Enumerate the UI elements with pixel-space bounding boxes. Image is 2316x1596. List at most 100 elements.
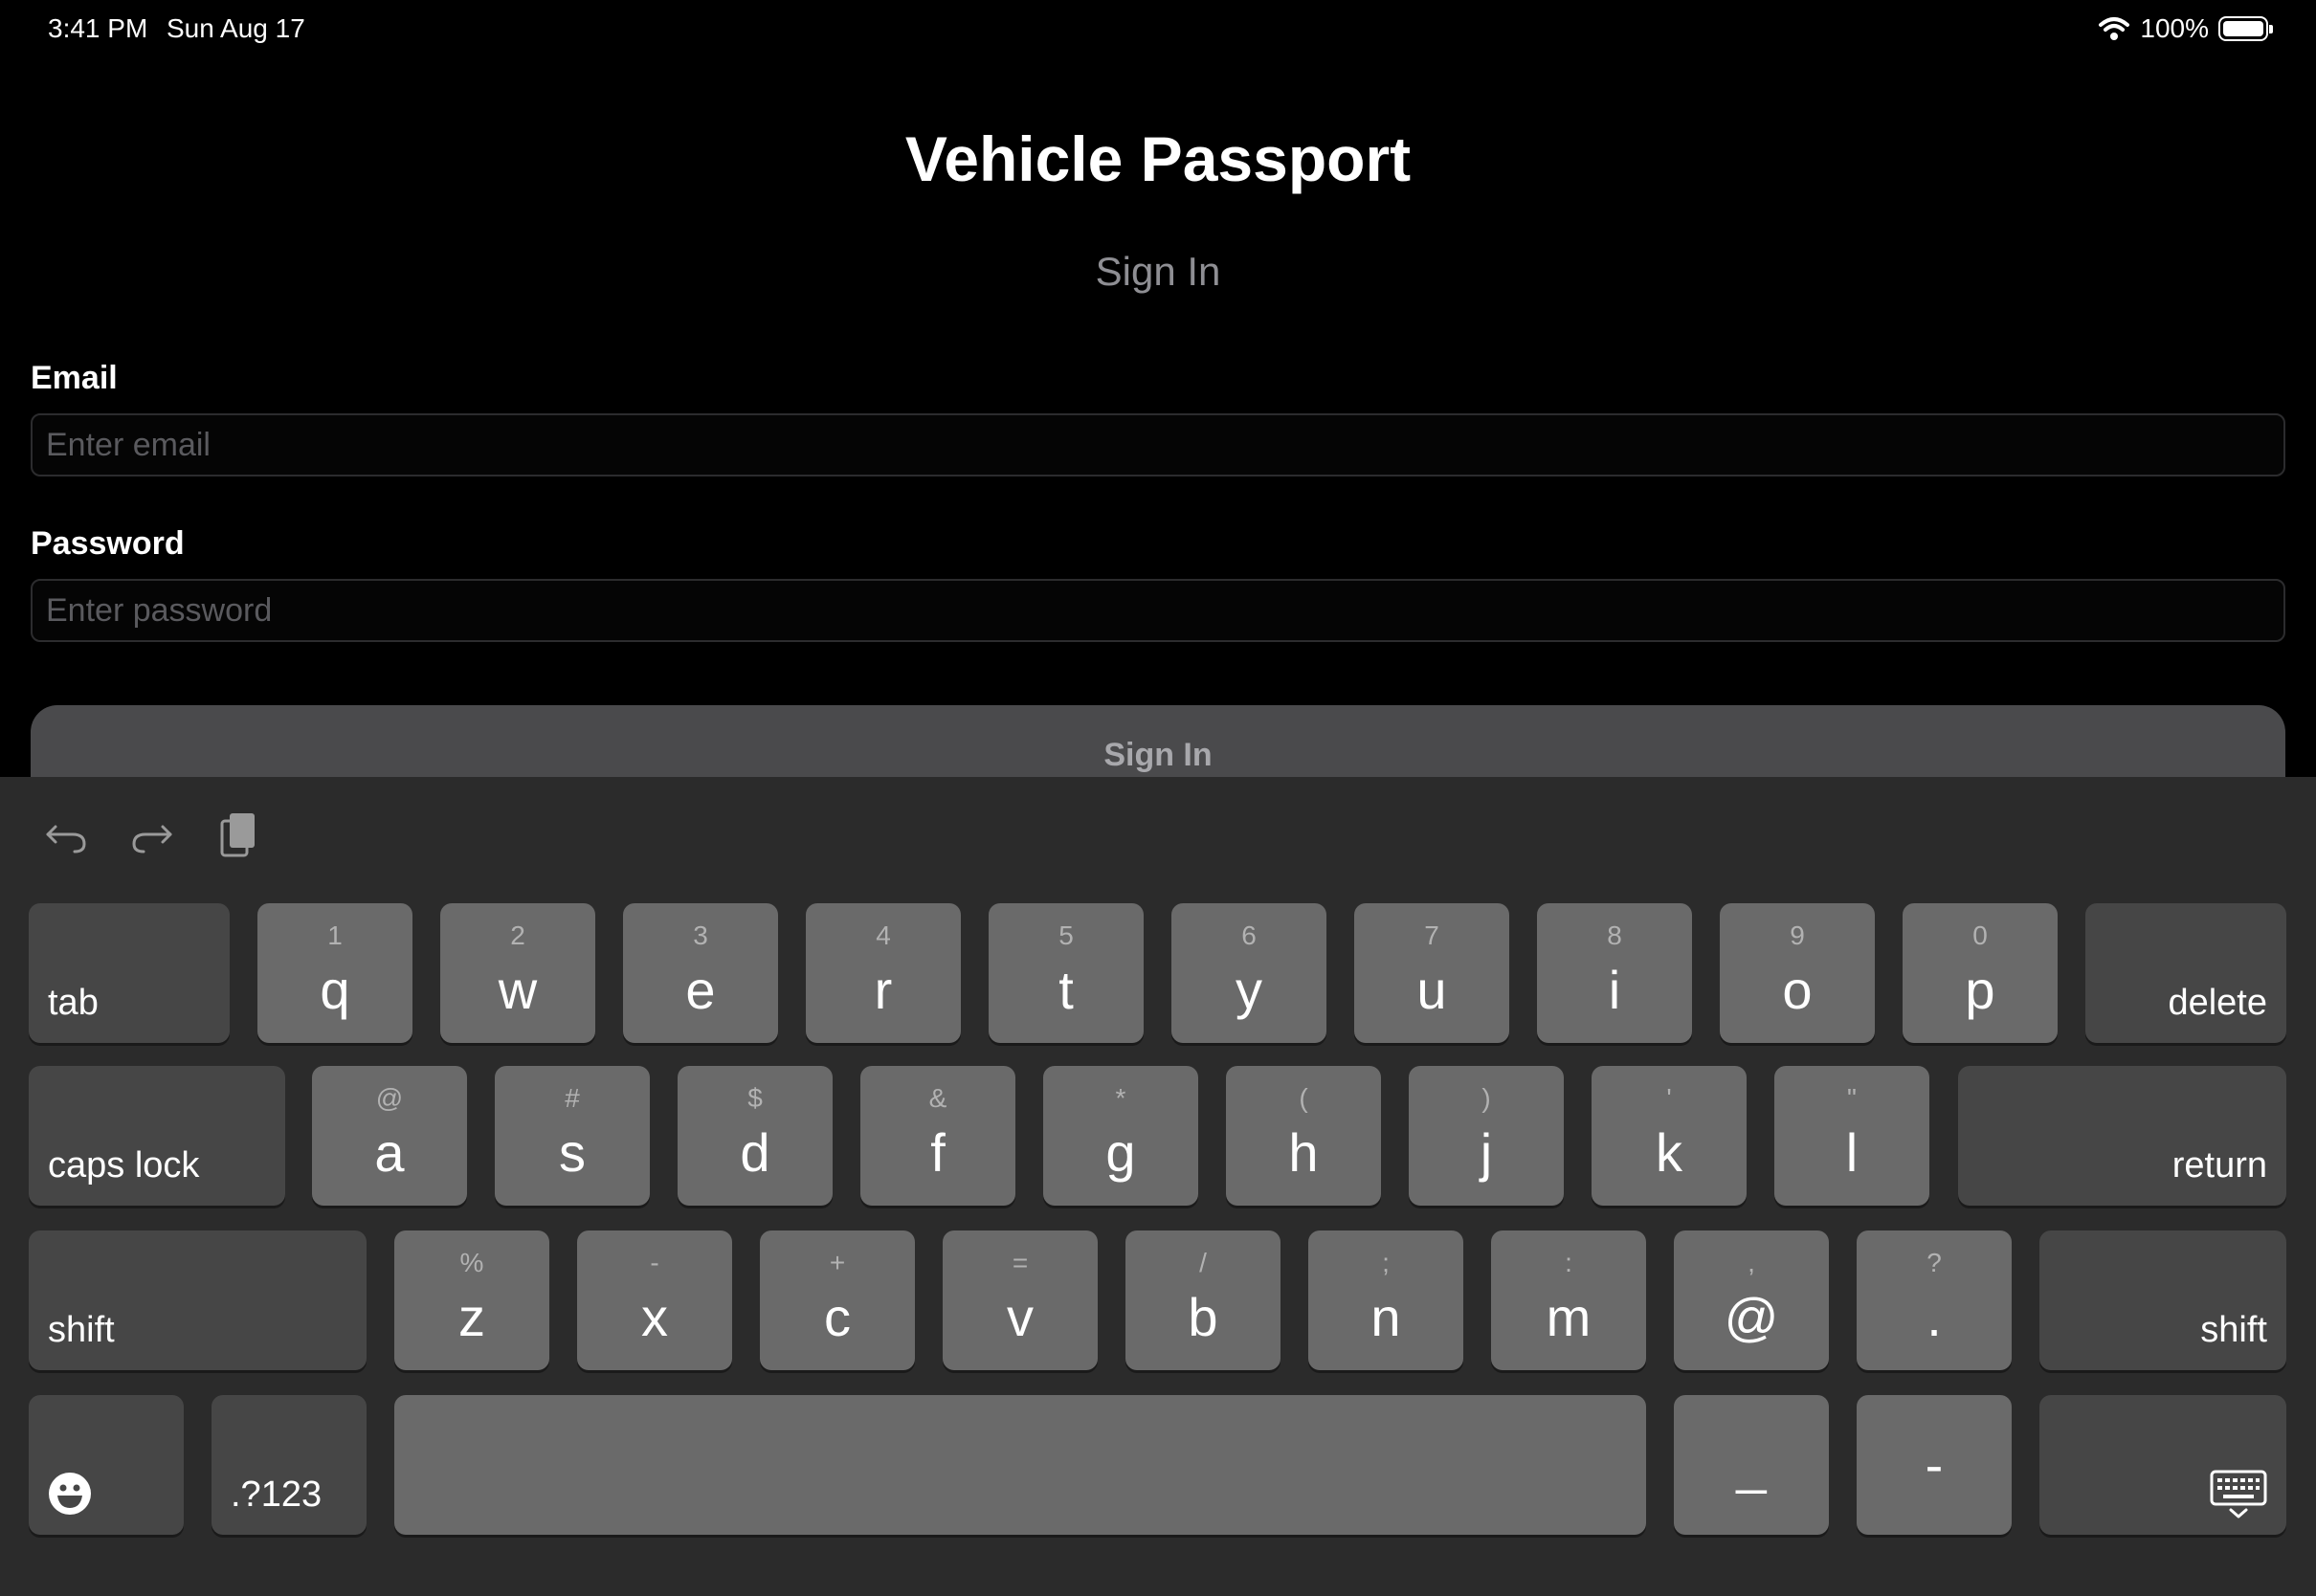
- key-h[interactable]: (h: [1226, 1066, 1381, 1206]
- emoji-key[interactable]: [29, 1395, 184, 1535]
- status-date: Sun Aug 17: [167, 13, 305, 43]
- password-field[interactable]: [31, 579, 2285, 642]
- redo-icon[interactable]: [122, 806, 180, 863]
- key-alt-label: 1: [327, 920, 343, 950]
- key-label: p: [1965, 960, 1995, 1020]
- key-w[interactable]: 2w: [440, 903, 595, 1043]
- key-alt-label: (: [1299, 1083, 1308, 1113]
- key-alt-label: 6: [1241, 920, 1257, 950]
- key-label: y: [1236, 960, 1262, 1020]
- page-subtitle: Sign In: [1095, 249, 1221, 294]
- key-c[interactable]: + c: [760, 1230, 915, 1370]
- battery-icon: [2218, 16, 2273, 41]
- key-label: f: [930, 1122, 946, 1183]
- key-m[interactable]: :m: [1491, 1230, 1646, 1370]
- wifi-icon: [2099, 17, 2130, 40]
- key-y[interactable]: 6y: [1171, 903, 1326, 1043]
- key-alt-label: 3: [693, 920, 708, 950]
- key-label: o: [1782, 960, 1813, 1020]
- caps-lock-key[interactable]: caps lock: [29, 1066, 285, 1206]
- key-label: k: [1656, 1122, 1682, 1183]
- keyboard-dismiss-icon: [2210, 1470, 2267, 1518]
- status-bar: 3:41 PM Sun Aug 17 100%: [0, 0, 2316, 59]
- return-key[interactable]: return: [1958, 1066, 2286, 1206]
- clipboard-icon[interactable]: [209, 806, 266, 863]
- key-label: d: [740, 1122, 770, 1183]
- space-bar[interactable]: [394, 1395, 1646, 1535]
- key-at[interactable]: , @: [1674, 1230, 1829, 1370]
- key-j[interactable]: ) j: [1409, 1066, 1564, 1206]
- key-s[interactable]: # s: [495, 1066, 650, 1206]
- key-alt-label: ': [1666, 1083, 1672, 1113]
- hide-keyboard-key[interactable]: [2039, 1395, 2286, 1535]
- key-v[interactable]: = v: [943, 1230, 1098, 1370]
- shift-key-left[interactable]: shift: [29, 1230, 367, 1370]
- undo-icon[interactable]: [38, 806, 96, 863]
- dash-key[interactable]: -: [1857, 1395, 2012, 1535]
- key-alt-label: %: [459, 1248, 484, 1277]
- key-alt-label: ?: [1926, 1248, 1942, 1277]
- key-alt-label: 9: [1790, 920, 1805, 950]
- key-label: n: [1370, 1287, 1401, 1347]
- key-label: g: [1105, 1122, 1136, 1183]
- battery-percent: 100%: [2140, 13, 2209, 43]
- key-label: q: [320, 960, 350, 1020]
- delete-key[interactable]: delete: [2085, 903, 2286, 1043]
- key-b[interactable]: / b: [1125, 1230, 1280, 1370]
- key-label: j: [1480, 1122, 1493, 1183]
- key-label: h: [1288, 1122, 1319, 1183]
- shift-key-right[interactable]: shift: [2039, 1230, 2286, 1370]
- key-alt-label: &: [928, 1083, 947, 1113]
- key-label: v: [1007, 1287, 1034, 1347]
- key-alt-label: 4: [876, 920, 891, 950]
- key-alt-label: $: [747, 1083, 763, 1113]
- key-i[interactable]: 8i: [1537, 903, 1692, 1043]
- key-a[interactable]: @ a: [312, 1066, 467, 1206]
- key-label: z: [458, 1287, 485, 1347]
- key-o[interactable]: 9o: [1720, 903, 1875, 1043]
- email-field[interactable]: [31, 413, 2285, 477]
- key-alt-label: +: [829, 1248, 846, 1277]
- key-alt-label: #: [565, 1083, 580, 1113]
- key-label: @: [1724, 1287, 1779, 1347]
- key-alt-label: ): [1481, 1083, 1491, 1113]
- key-t[interactable]: 5t: [989, 903, 1144, 1043]
- emoji-icon: [49, 1473, 91, 1515]
- underscore-key[interactable]: _: [1674, 1395, 1829, 1535]
- key-r[interactable]: 4r: [806, 903, 961, 1043]
- key-alt-label: 0: [1972, 920, 1988, 950]
- key-k[interactable]: ' k: [1592, 1066, 1747, 1206]
- key-label: u: [1416, 960, 1447, 1020]
- key-label: w: [498, 960, 538, 1020]
- key-q[interactable]: 1q: [257, 903, 412, 1043]
- key-e[interactable]: 3e: [623, 903, 778, 1043]
- key-l[interactable]: " l: [1774, 1066, 1929, 1206]
- key-f[interactable]: & f: [860, 1066, 1015, 1206]
- key-alt-label: -: [650, 1248, 659, 1277]
- key-alt-label: @: [375, 1083, 404, 1113]
- key-alt-label: /: [1199, 1248, 1207, 1277]
- key-x[interactable]: -x: [577, 1230, 732, 1370]
- key-n[interactable]: ; n: [1308, 1230, 1463, 1370]
- key-alt-label: 5: [1058, 920, 1074, 950]
- key-u[interactable]: 7u: [1354, 903, 1509, 1043]
- password-label: Password: [31, 525, 185, 562]
- onscreen-keyboard: tab 1q2w3e4r5t6y7u8i9o0p delete caps loc…: [0, 777, 2316, 1596]
- key-period[interactable]: ?.: [1857, 1230, 2012, 1370]
- key-g[interactable]: * g: [1043, 1066, 1198, 1206]
- key-label: m: [1546, 1287, 1592, 1347]
- key-p[interactable]: 0p: [1903, 903, 2058, 1043]
- tab-key[interactable]: tab: [29, 903, 230, 1043]
- app-title: Vehicle Passport: [904, 123, 1412, 194]
- key-label: i: [1608, 960, 1621, 1020]
- key-z[interactable]: % z: [394, 1230, 549, 1370]
- key-label: l: [1845, 1122, 1859, 1183]
- status-time: 3:41 PM: [48, 13, 148, 43]
- key-d[interactable]: $ d: [678, 1066, 833, 1206]
- key-label: a: [374, 1122, 405, 1183]
- numbers-key[interactable]: .?123: [212, 1395, 367, 1535]
- key-alt-label: ;: [1382, 1248, 1390, 1277]
- key-alt-label: *: [1115, 1083, 1126, 1113]
- key-alt-label: ,: [1748, 1248, 1755, 1277]
- key-label: t: [1058, 960, 1074, 1020]
